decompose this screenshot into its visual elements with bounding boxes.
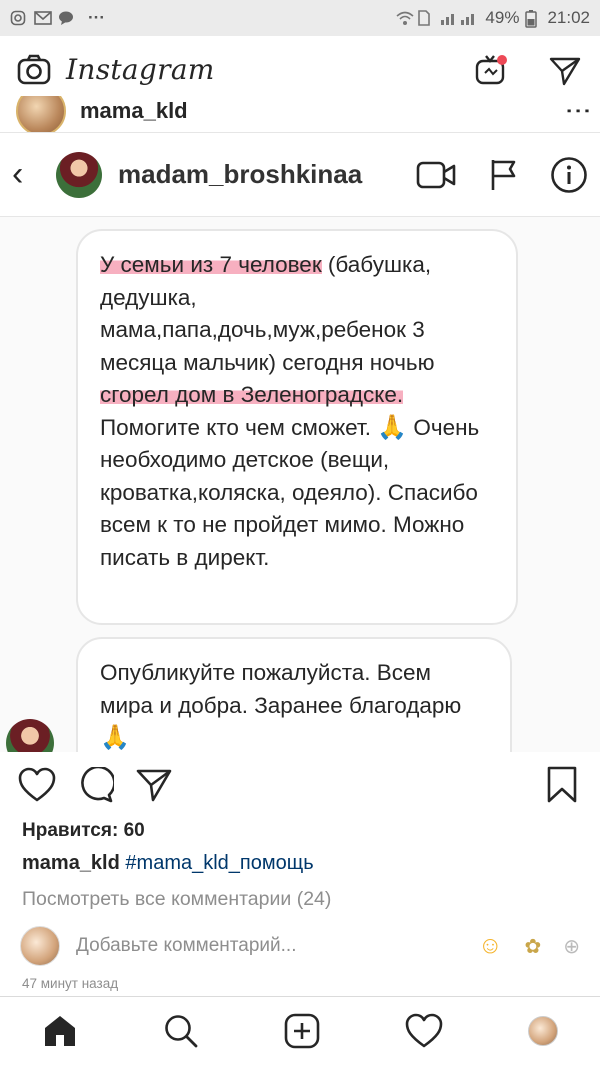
home-icon[interactable] (42, 1013, 78, 1049)
pray-emoji: 🙏 (100, 724, 130, 751)
flower-emoji-icon[interactable]: ✿ (524, 934, 541, 959)
direct-message-icon[interactable] (548, 53, 582, 87)
app-header: Instagram (0, 36, 600, 104)
avatar (20, 926, 60, 966)
battery-icon (525, 10, 541, 28)
post-actions (0, 752, 600, 818)
signal-icon (439, 10, 479, 26)
bottom-nav (0, 996, 600, 1065)
dm-header: ‹ madam_broshkinaa (0, 133, 600, 217)
more-notifications: ··· (88, 8, 105, 27)
message-icon (58, 10, 74, 26)
flag-icon (488, 158, 520, 192)
highlighted-text: сгорел дом в Зеленоградске. (100, 382, 404, 407)
view-all-comments-link[interactable]: Посмотреть все комментарии (24) (22, 888, 331, 911)
bookmark-icon[interactable] (546, 766, 578, 804)
like-heart-icon[interactable] (18, 767, 56, 803)
search-icon[interactable] (163, 1013, 199, 1049)
dm-username: madam_broshkinaa (118, 159, 363, 189)
likes-count[interactable]: Нравится: 60 (22, 820, 145, 842)
activity-heart-icon[interactable] (405, 1013, 443, 1049)
message-text: Опубликуйте пожалуйста. Всем мира и добр… (100, 660, 462, 718)
wifi-icon (395, 10, 414, 26)
add-emoji-icon[interactable]: ⊕ (563, 934, 580, 959)
sim-icon (417, 10, 433, 26)
battery-percent: 49% (485, 8, 520, 27)
more-options-icon[interactable]: ⋮ (564, 98, 594, 122)
smile-emoji-icon[interactable]: ☺ (478, 932, 503, 960)
mail-icon (34, 10, 52, 26)
instagram-notification-icon (10, 10, 26, 26)
add-comment-row: Добавьте комментарий... ☺ ✿ ⊕ (20, 926, 580, 966)
highlighted-text: У семьи из 7 человек (100, 252, 322, 277)
status-bar: ··· 49% 21:02 (0, 0, 600, 36)
back-icon: ‹ (12, 155, 24, 193)
caption-username[interactable]: mama_kld (22, 852, 120, 874)
info-icon (550, 156, 588, 194)
instagram-logo: Instagram (66, 53, 215, 86)
igtv-icon[interactable] (474, 53, 508, 87)
sender-avatar (6, 719, 54, 752)
message-bubble: Опубликуйте пожалуйста. Всем мира и добр… (76, 637, 512, 752)
dm-avatar (56, 151, 102, 198)
post-header: mama_kld ⋮ (0, 96, 600, 136)
message-bubble: У семьи из 7 человек (бабушка, дедушка, … (76, 229, 518, 625)
profile-avatar[interactable] (527, 1016, 558, 1046)
comment-input[interactable]: Добавьте комментарий... (76, 935, 296, 957)
camera-icon[interactable] (16, 52, 52, 88)
caption-hashtag[interactable]: #mama_kld_помощь (125, 852, 313, 874)
pray-emoji: 🙏 (377, 413, 408, 441)
avatar[interactable] (16, 96, 66, 136)
video-call-icon (416, 159, 458, 191)
post-timestamp: 47 минут назад (22, 976, 119, 991)
caption: mama_kld #mama_kld_помощь (22, 852, 314, 875)
new-post-icon[interactable] (284, 1013, 320, 1049)
comment-icon[interactable] (78, 767, 114, 803)
share-icon[interactable] (136, 767, 172, 803)
post-image[interactable]: ‹ madam_broshkinaa У семьи из 7 человек … (0, 132, 600, 752)
message-text: Помогите кто чем сможет. (100, 414, 378, 440)
post-username[interactable]: mama_kld (80, 98, 188, 124)
clock: 21:02 (547, 8, 590, 27)
